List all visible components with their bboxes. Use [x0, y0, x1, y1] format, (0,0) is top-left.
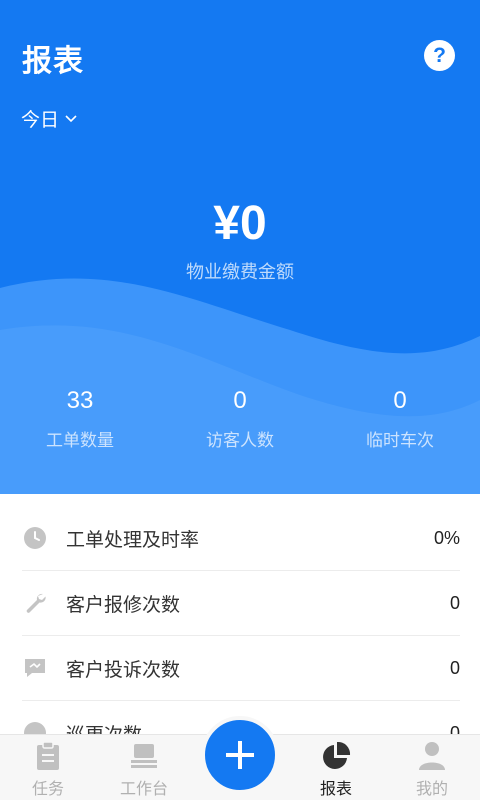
list-item-label: 客户报修次数	[66, 594, 181, 616]
clock-icon	[22, 525, 48, 551]
tab-tasks[interactable]: 任务	[0, 735, 96, 800]
help-button[interactable]: ?	[424, 40, 455, 71]
tab-reports[interactable]: 报表	[288, 735, 384, 800]
tab-label: 报表	[319, 781, 352, 798]
stat-visitors[interactable]: 0 访客人数	[160, 384, 320, 451]
list-item-timely-rate[interactable]: 工单处理及时率 0%	[22, 506, 460, 571]
list-item-value: 0	[449, 657, 460, 678]
add-button[interactable]	[201, 716, 279, 794]
chevron-down-icon	[65, 114, 77, 122]
report-header-panel: 报表 ? 今日 ¥0 物业缴费金额 33 工单数量 0 访客人数 0 临时车次	[0, 0, 480, 494]
list-item-repairs[interactable]: 客户报修次数 0	[22, 571, 460, 636]
period-selector[interactable]: 今日	[21, 105, 77, 132]
period-label: 今日	[21, 110, 60, 131]
stat-label: 临时车次	[366, 431, 434, 450]
wrench-icon	[22, 590, 48, 616]
page-title: 报表	[22, 45, 84, 78]
tab-profile[interactable]: 我的	[384, 735, 480, 800]
stat-label: 工单数量	[46, 431, 114, 450]
list-item-label: 工单处理及时率	[66, 529, 200, 551]
list-item-complaints[interactable]: 客户投诉次数 0	[22, 636, 460, 701]
stat-value: 0	[233, 387, 247, 414]
tab-workbench[interactable]: 工作台	[96, 735, 192, 800]
chat-icon	[22, 655, 48, 681]
report-icon	[22, 720, 48, 734]
tab-label: 任务	[31, 781, 64, 798]
stat-label: 访客人数	[206, 431, 274, 450]
clipboard-icon	[33, 741, 63, 771]
payment-amount: ¥0	[213, 197, 267, 250]
stat-work-orders[interactable]: 33 工单数量	[0, 384, 160, 451]
plus-icon	[226, 741, 254, 769]
tab-label: 我的	[415, 781, 448, 798]
stat-temp-vehicles[interactable]: 0 临时车次	[320, 384, 480, 451]
pie-chart-icon	[321, 741, 351, 771]
stat-value: 0	[393, 387, 407, 414]
list-item-label: 客户投诉次数	[66, 659, 181, 681]
list-item-value: 0%	[433, 527, 460, 548]
workbench-icon	[129, 741, 159, 771]
tab-label: 工作台	[119, 781, 168, 798]
list-item-value: 0	[449, 722, 460, 735]
stats-row: 33 工单数量 0 访客人数 0 临时车次	[0, 384, 480, 451]
metrics-list: 工单处理及时率 0% 客户报修次数 0 客户投诉次数 0 巡更次数 0	[0, 506, 480, 734]
stat-value: 33	[66, 387, 94, 414]
payment-amount-label: 物业缴费金额	[186, 262, 294, 282]
list-item-value: 0	[449, 592, 460, 613]
user-icon	[417, 741, 447, 771]
